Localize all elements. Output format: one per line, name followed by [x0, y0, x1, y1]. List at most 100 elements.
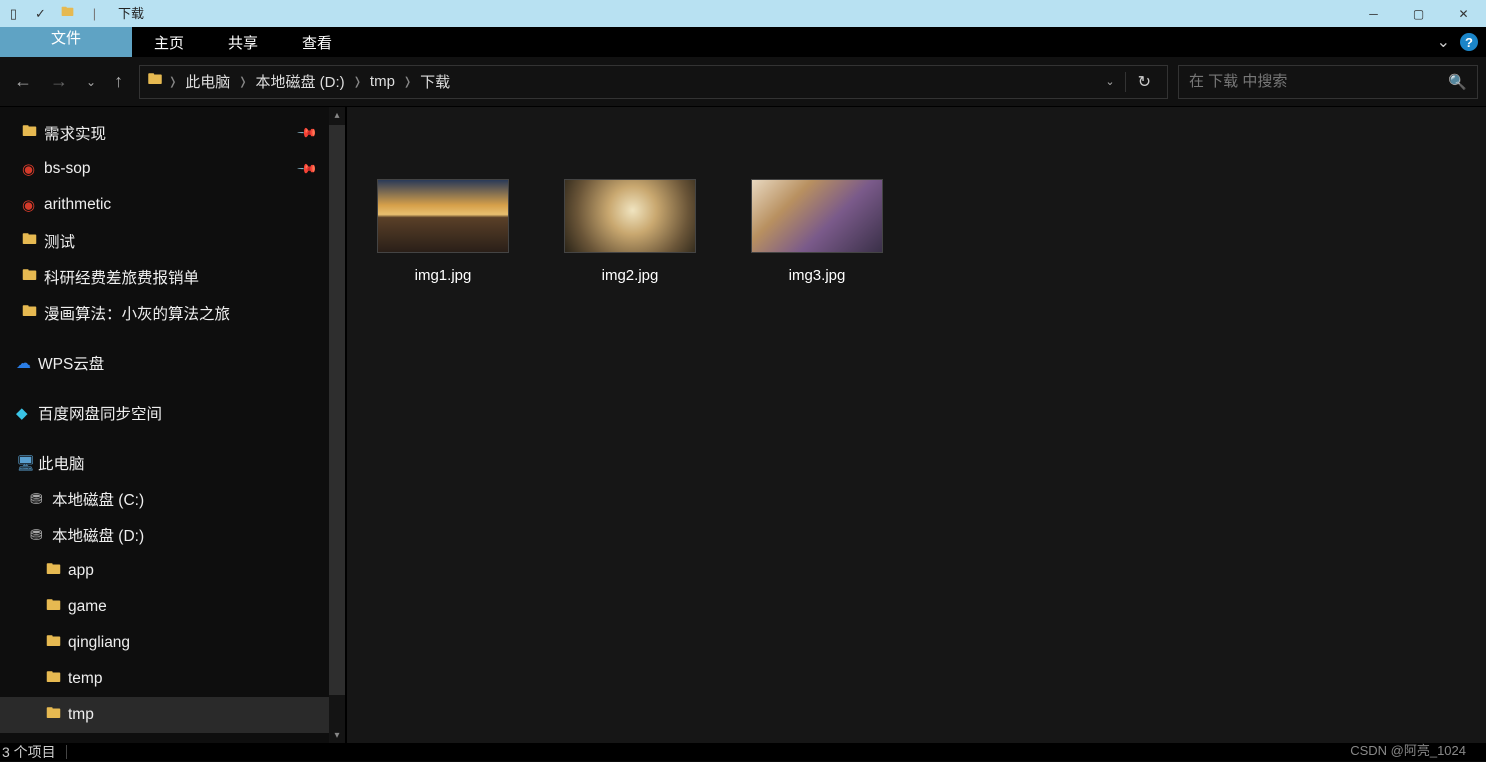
maximize-button[interactable]: ▢ [1396, 0, 1441, 27]
titlebar-icon-2[interactable]: ✓ [27, 0, 54, 27]
content-area[interactable]: img1.jpg img2.jpg img3.jpg [345, 107, 1486, 743]
pc-icon: 🖥 [16, 454, 38, 472]
tree-label: 科研经费差旅费报销单 [44, 266, 199, 288]
tree-label: WPS云盘 [38, 352, 104, 374]
tree-label: 本地磁盘 (C:) [52, 488, 144, 510]
folder-icon: 🖿 [22, 121, 44, 146]
file-thumbnail [751, 179, 883, 253]
tree-label: 测试 [44, 230, 75, 252]
app-icon: ◉ [22, 196, 44, 214]
search-input[interactable] [1189, 73, 1448, 90]
search-icon[interactable]: 🔍 [1448, 73, 1467, 91]
folder-icon: 🖿 [46, 595, 68, 620]
folder-icon: 🖿 [46, 631, 68, 656]
titlebar: ▯ ✓ 🖿 | 下载 ─ ▢ ✕ [0, 0, 1486, 27]
search-box[interactable]: 🔍 [1178, 65, 1478, 99]
disk-icon: ⛃ [30, 490, 52, 508]
tree-label: qingliang [68, 634, 130, 652]
scroll-thumb[interactable] [329, 125, 345, 695]
tree-item[interactable]: 🖿科研经费差旅费报销单 [0, 259, 345, 295]
chevron-right-icon[interactable]: ❭ [351, 75, 364, 88]
pin-icon: 📌 [296, 122, 319, 145]
address-folder-icon: 🖿 [144, 69, 166, 94]
chevron-right-icon[interactable]: ❭ [401, 75, 414, 88]
file-thumbnail [564, 179, 696, 253]
tree-panel: 🖿需求实现📌 ◉bs-sop📌 ◉arithmetic 🖿测试 🖿科研经费差旅费… [0, 107, 345, 743]
titlebar-folder-icon[interactable]: 🖿 [54, 0, 81, 27]
status-count: 3 个项目 [2, 742, 56, 762]
tree-item-wps[interactable]: ☁WPS云盘 [0, 345, 345, 381]
tree-item[interactable]: 🖿漫画算法：小灰的算法之旅 [0, 295, 345, 331]
file-item[interactable]: img2.jpg [564, 179, 696, 284]
folder-icon: 🖿 [46, 667, 68, 692]
tree-item-drive[interactable]: ⛃本地磁盘 (C:) [0, 481, 345, 517]
breadcrumb-item[interactable]: tmp [364, 73, 401, 90]
tree-item-folder[interactable]: 🖿app [0, 553, 345, 589]
nav-back-icon[interactable]: ← [14, 71, 32, 92]
toolbar: ← → ⌄ ↑ 🖿 ❭ 此电脑 ❭ 本地磁盘 (D:) ❭ tmp ❭ 下载 ⌄… [0, 57, 1486, 107]
tree-label: tmp [68, 706, 94, 724]
tab-share[interactable]: 共享 [206, 27, 280, 57]
chevron-right-icon[interactable]: ❭ [236, 75, 249, 88]
nav-up-icon[interactable]: ↑ [114, 71, 123, 92]
folder-icon: 🖿 [46, 559, 68, 584]
tree-item-baidu[interactable]: ◆百度网盘同步空间 [0, 395, 345, 431]
sync-icon: ◆ [16, 404, 38, 422]
tree-item[interactable]: 🖿测试 [0, 223, 345, 259]
tree-item-folder[interactable]: 🖿game [0, 589, 345, 625]
file-name: img2.jpg [602, 267, 659, 284]
file-item[interactable]: img3.jpg [751, 179, 883, 284]
tree-item-folder[interactable]: 🖿temp [0, 661, 345, 697]
tree-item[interactable]: ◉bs-sop📌 [0, 151, 345, 187]
breadcrumb-item[interactable]: 本地磁盘 (D:) [250, 71, 351, 92]
address-expand-icon[interactable]: ⌄ [1095, 75, 1124, 88]
file-name: img1.jpg [415, 267, 472, 284]
pin-icon: 📌 [296, 158, 319, 181]
tree-label: 百度网盘同步空间 [38, 402, 162, 424]
address-bar[interactable]: 🖿 ❭ 此电脑 ❭ 本地磁盘 (D:) ❭ tmp ❭ 下载 ⌄ ↻ [139, 65, 1168, 99]
tab-home[interactable]: 主页 [132, 27, 206, 57]
scroll-up-icon[interactable]: ▴ [329, 107, 345, 123]
nav-forward-icon[interactable]: → [50, 71, 68, 92]
disk-icon: ⛃ [30, 526, 52, 544]
file-thumbnail [377, 179, 509, 253]
tree-label: 此电脑 [38, 452, 85, 474]
chevron-right-icon[interactable]: ❭ [166, 75, 179, 88]
watermark: CSDN @阿亮_1024 [1350, 740, 1466, 759]
folder-icon: 🖿 [22, 229, 44, 254]
tree-label: 需求实现 [44, 122, 106, 144]
tab-file[interactable]: 文件 [0, 27, 132, 57]
tab-view[interactable]: 查看 [280, 27, 354, 57]
status-bar: 3 个项目 [0, 743, 1486, 761]
folder-icon: 🖿 [22, 265, 44, 290]
scroll-down-icon[interactable]: ▾ [329, 727, 345, 743]
help-icon[interactable]: ? [1460, 33, 1478, 51]
breadcrumb-item[interactable]: 此电脑 [179, 71, 236, 92]
titlebar-icon-1[interactable]: ▯ [0, 0, 27, 27]
tree-item[interactable]: 🖿需求实现 📌 [0, 115, 345, 151]
ribbon-collapse-icon[interactable]: ⌄ [1437, 32, 1450, 52]
tree-item-folder[interactable]: 🖿qingliang [0, 625, 345, 661]
tree-scrollbar[interactable]: ▴ ▾ [329, 107, 345, 743]
status-divider [66, 745, 67, 759]
window-title: 下载 [108, 0, 144, 27]
ribbon: 文件 主页 共享 查看 ⌄ ? [0, 27, 1486, 57]
tree-label: 漫画算法：小灰的算法之旅 [44, 302, 230, 324]
tree-item-pc[interactable]: 🖥此电脑 [0, 445, 345, 481]
tree-label: temp [68, 670, 102, 688]
tree-label: bs-sop [44, 160, 91, 178]
refresh-icon[interactable]: ↻ [1125, 72, 1163, 92]
cloud-icon: ☁ [16, 354, 38, 372]
minimize-button[interactable]: ─ [1351, 0, 1396, 27]
tree-label: app [68, 562, 94, 580]
tree-item-drive[interactable]: ⛃本地磁盘 (D:) [0, 517, 345, 553]
file-item[interactable]: img1.jpg [377, 179, 509, 284]
tree-item[interactable]: ◉arithmetic [0, 187, 345, 223]
nav-history-icon[interactable]: ⌄ [86, 75, 96, 89]
folder-icon: 🖿 [22, 301, 44, 326]
breadcrumb-item[interactable]: 下载 [414, 71, 456, 92]
tree-item-folder[interactable]: 🖿tmp [0, 697, 345, 733]
file-name: img3.jpg [789, 267, 846, 284]
titlebar-divider: | [81, 0, 108, 27]
close-button[interactable]: ✕ [1441, 0, 1486, 27]
